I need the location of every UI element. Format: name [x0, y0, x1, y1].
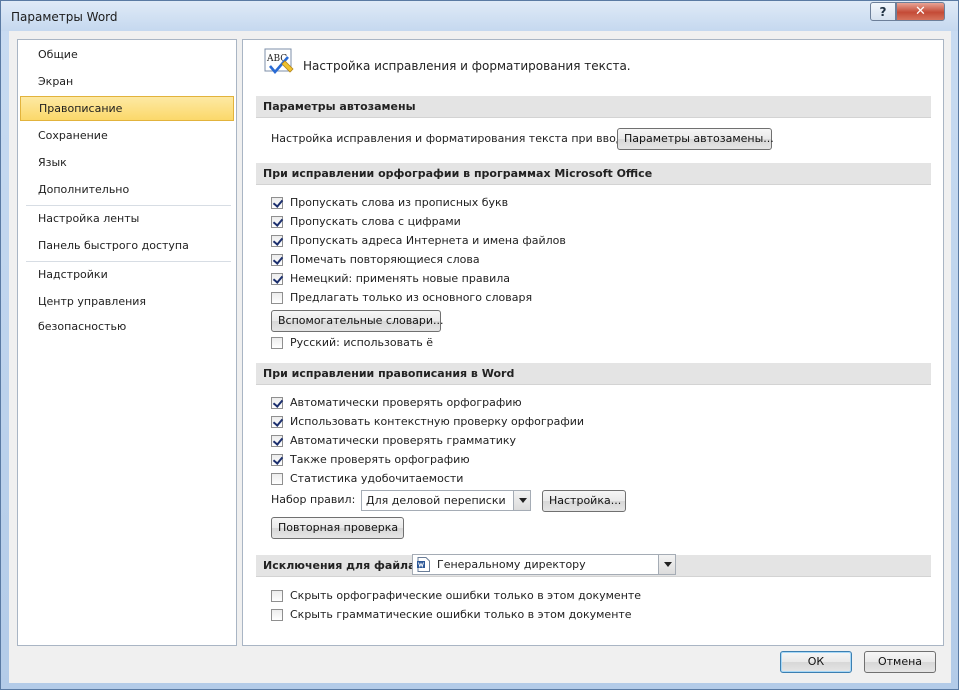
word-options-dialog: Параметры Word ? ✕ Общие Экран Правописа… — [0, 0, 959, 690]
autocorrect-options-button[interactable]: Параметры автозамены... — [617, 128, 774, 150]
nav-item-advanced[interactable]: Дополнительно — [19, 177, 235, 202]
abc-spellcheck-icon: ABC — [264, 48, 294, 75]
nav-item-language[interactable]: Язык — [19, 150, 235, 175]
close-icon: ✕ — [915, 4, 926, 19]
checkbox-label: Использовать контекстную проверку орфогр… — [290, 415, 585, 428]
panel-header-text: Настройка исправления и форматирования т… — [303, 59, 631, 73]
grammar-settings-button[interactable]: Настройка... — [542, 490, 626, 512]
close-button[interactable]: ✕ — [896, 2, 945, 21]
autocorrect-label: Настройка исправления и форматирования т… — [271, 132, 634, 145]
office-spelling-section-header: При исправлении орфографии в программах … — [256, 163, 931, 185]
word-spelling-section-header: При исправлении правописания в Word — [256, 363, 931, 385]
checkbox-hide-grammar-errors[interactable] — [271, 609, 283, 621]
checkbox-check-grammar[interactable] — [271, 435, 283, 447]
checkbox-label: Пропускать слова из прописных букв — [290, 196, 509, 209]
checkbox-label: Также проверять орфографию — [290, 453, 470, 466]
checkbox-german-new-rules[interactable] — [271, 273, 283, 285]
checkbox-label: Пропускать слова с цифрами — [290, 215, 461, 228]
nav-item-proofing[interactable]: Правописание — [20, 96, 234, 121]
nav-item-general[interactable]: Общие — [19, 42, 235, 67]
help-icon: ? — [879, 4, 887, 19]
chevron-down-icon[interactable] — [658, 555, 675, 574]
checkbox-label: Предлагать только из основного словаря — [290, 291, 533, 304]
checkbox-ignore-numbers[interactable] — [271, 216, 283, 228]
checkbox-check-spelling-with-grammar[interactable] — [271, 454, 283, 466]
help-button[interactable]: ? — [870, 2, 896, 21]
exceptions-file-dropdown[interactable]: Генеральному директору — [412, 554, 676, 575]
checkbox-label: Пропускать адреса Интернета и имена файл… — [290, 234, 566, 247]
nav-item-trust-center[interactable]: Центр управления безопасностью — [19, 289, 235, 333]
category-nav: Общие Экран Правописание Сохранение Язык… — [17, 39, 237, 646]
nav-item-save[interactable]: Сохранение — [19, 123, 235, 148]
exceptions-label: Исключения для файла: — [263, 559, 420, 572]
rules-label: Набор правил: — [271, 493, 356, 506]
checkbox-main-dictionary-only[interactable] — [271, 292, 283, 304]
checkbox-label: Статистика удобочитаемости — [290, 472, 464, 485]
proofing-panel: ABC Настройка исправления и форматирован… — [242, 39, 944, 646]
recheck-document-button[interactable]: Повторная проверка — [271, 517, 404, 539]
checkbox-label: Автоматически проверять орфографию — [290, 396, 522, 409]
nav-item-addins[interactable]: Надстройки — [19, 262, 235, 287]
autocorrect-section-header: Параметры автозамены — [256, 96, 931, 118]
cancel-button[interactable]: Отмена — [864, 651, 936, 673]
dialog-client-area: Общие Экран Правописание Сохранение Язык… — [9, 31, 951, 683]
checkbox-hide-spelling-errors[interactable] — [271, 590, 283, 602]
rules-dropdown[interactable]: Для деловой переписки — [361, 490, 531, 511]
nav-item-quick-access-toolbar[interactable]: Панель быстрого доступа — [19, 233, 235, 258]
title-bar[interactable]: Параметры Word ? ✕ — [1, 1, 958, 31]
checkbox-check-spelling-as-you-type[interactable] — [271, 397, 283, 409]
nav-item-display[interactable]: Экран — [19, 69, 235, 94]
exceptions-file-value: Генеральному директору — [437, 558, 586, 571]
checkbox-ignore-internet-addresses[interactable] — [271, 235, 283, 247]
window-title: Параметры Word — [11, 10, 118, 24]
word-document-icon — [417, 557, 430, 572]
checkbox-contextual-spelling[interactable] — [271, 416, 283, 428]
chevron-down-icon[interactable] — [513, 491, 530, 510]
checkbox-label: Русский: использовать ё — [290, 336, 433, 349]
checkbox-flag-repeated-words[interactable] — [271, 254, 283, 266]
checkbox-label: Помечать повторяющиеся слова — [290, 253, 480, 266]
rules-dropdown-value: Для деловой переписки — [366, 494, 506, 507]
checkbox-readability-statistics[interactable] — [271, 473, 283, 485]
ok-button[interactable]: ОК — [780, 651, 852, 673]
nav-item-customize-ribbon[interactable]: Настройка ленты — [19, 206, 235, 231]
checkbox-label: Немецкий: применять новые правила — [290, 272, 510, 285]
checkbox-label: Скрыть орфографические ошибки только в э… — [290, 589, 642, 602]
checkbox-russian-yo[interactable] — [271, 337, 283, 349]
custom-dictionaries-button[interactable]: Вспомогательные словари... — [271, 310, 444, 332]
checkbox-label: Автоматически проверять грамматику — [290, 434, 517, 447]
checkbox-label: Скрыть грамматические ошибки только в эт… — [290, 608, 632, 621]
checkbox-ignore-uppercase[interactable] — [271, 197, 283, 209]
